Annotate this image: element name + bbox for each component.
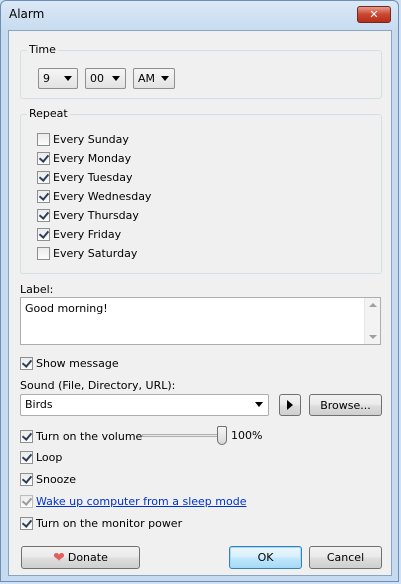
- checkbox-every-wednesday[interactable]: Every Wednesday: [37, 188, 151, 204]
- time-group-label: Time: [27, 43, 58, 56]
- checkbox-label: Show message: [36, 356, 119, 370]
- checkbox-every-friday[interactable]: Every Friday: [37, 226, 121, 242]
- checkbox-box[interactable]: [20, 516, 33, 530]
- checkbox-label: Every Saturday: [53, 246, 138, 260]
- play-icon: [287, 400, 293, 410]
- volume-percent: 100%: [231, 429, 263, 442]
- chevron-down-icon: [255, 402, 263, 407]
- hour-value: 9: [43, 72, 50, 85]
- heart-icon: ❤: [53, 549, 65, 566]
- play-button[interactable]: [279, 394, 301, 416]
- label-scrollbar[interactable]: [364, 298, 380, 344]
- ok-button[interactable]: OK: [229, 546, 302, 569]
- window-title: Alarm: [9, 7, 45, 21]
- checkbox-loop[interactable]: Loop: [20, 449, 62, 465]
- repeat-group-label: Repeat: [27, 107, 70, 120]
- checkbox-box[interactable]: [20, 356, 33, 370]
- checkbox-every-monday[interactable]: Every Monday: [37, 150, 131, 166]
- checkbox-label: Every Monday: [53, 151, 132, 165]
- checkbox-box[interactable]: [37, 246, 50, 260]
- label-text: Good morning!: [25, 302, 108, 315]
- checkbox-label: Every Wednesday: [53, 189, 152, 203]
- hour-select[interactable]: 9: [38, 68, 78, 89]
- sound-caption: Sound (File, Directory, URL):: [20, 379, 176, 392]
- chevron-down-icon: [161, 76, 169, 81]
- checkbox-box[interactable]: [37, 170, 50, 184]
- donate-button-label: Donate: [67, 551, 108, 564]
- checkbox-every-saturday[interactable]: Every Saturday: [37, 245, 137, 261]
- sound-select[interactable]: Birds: [20, 394, 269, 416]
- checkbox-label: Every Tuesday: [53, 170, 133, 184]
- volume-slider-thumb[interactable]: [217, 426, 227, 445]
- alarm-window: Alarm ✕ Time 9 00 AM Repeat Every Sunday…: [0, 0, 399, 582]
- donate-button[interactable]: ❤ Donate: [21, 546, 140, 569]
- wake-up-link[interactable]: Wake up computer from a sleep mode: [36, 495, 246, 508]
- ampm-value: AM: [138, 72, 156, 85]
- checkbox-box[interactable]: [37, 227, 50, 241]
- checkbox-box: [20, 494, 33, 508]
- scroll-down-icon[interactable]: [369, 335, 377, 339]
- chevron-down-icon: [64, 76, 72, 81]
- checkbox-label: Turn on the monitor power: [36, 516, 183, 530]
- checkbox-show-message[interactable]: Show message: [20, 355, 119, 371]
- checkbox-label: Every Sunday: [53, 132, 129, 146]
- checkbox-box[interactable]: [37, 132, 50, 146]
- scroll-up-icon[interactable]: [369, 303, 377, 307]
- repeat-group: Repeat Every Sunday Every Monday Every T…: [20, 107, 382, 274]
- checkbox-label: Every Thursday: [53, 208, 139, 222]
- checkbox-box[interactable]: [20, 472, 33, 486]
- ok-button-label: OK: [257, 551, 274, 564]
- checkbox-snooze[interactable]: Snooze: [20, 471, 76, 487]
- minute-select[interactable]: 00: [85, 68, 126, 89]
- checkbox-box[interactable]: [20, 429, 33, 443]
- checkbox-label: Loop: [36, 450, 63, 464]
- cancel-button-label: Cancel: [326, 551, 365, 564]
- chevron-down-icon: [112, 76, 120, 81]
- cancel-button[interactable]: Cancel: [309, 546, 382, 569]
- ampm-select[interactable]: AM: [133, 68, 175, 89]
- checkbox-box[interactable]: [37, 208, 50, 222]
- minute-value: 00: [90, 72, 104, 85]
- label-textarea[interactable]: Good morning!: [20, 297, 381, 345]
- checkbox-label: Snooze: [36, 472, 76, 486]
- browse-button-label: Browse...: [320, 398, 371, 412]
- checkbox-box[interactable]: [37, 151, 50, 165]
- checkbox-every-thursday[interactable]: Every Thursday: [37, 207, 139, 223]
- checkbox-label: Turn on the volume: [36, 429, 143, 443]
- volume-slider-track[interactable]: [142, 434, 222, 437]
- checkbox-every-sunday[interactable]: Every Sunday: [37, 131, 129, 147]
- close-button[interactable]: ✕: [357, 6, 391, 23]
- label-caption: Label:: [20, 283, 54, 296]
- checkbox-wake-up-computer[interactable]: Wake up computer from a sleep mode: [20, 493, 246, 509]
- browse-button[interactable]: Browse...: [309, 394, 382, 416]
- checkbox-box[interactable]: [37, 189, 50, 203]
- close-icon: ✕: [369, 8, 379, 21]
- title-bar[interactable]: Alarm ✕: [1, 1, 398, 29]
- checkbox-turn-on-volume[interactable]: Turn on the volume: [20, 428, 142, 444]
- sound-value: Birds: [25, 398, 53, 411]
- checkbox-every-tuesday[interactable]: Every Tuesday: [37, 169, 133, 185]
- checkbox-box[interactable]: [20, 450, 33, 464]
- checkbox-label: Every Friday: [53, 227, 122, 241]
- time-group: Time 9 00 AM: [20, 43, 382, 99]
- dialog-client: Time 9 00 AM Repeat Every Sunday Every M…: [8, 30, 392, 576]
- checkbox-monitor-power[interactable]: Turn on the monitor power: [20, 515, 182, 531]
